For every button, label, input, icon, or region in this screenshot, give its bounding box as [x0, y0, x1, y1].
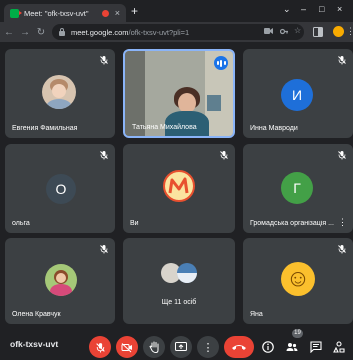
participant-grid: Евгения Фамильная Татьяна Михайлова И Ин…	[0, 42, 353, 324]
participant-name: Ви	[130, 220, 139, 227]
browser-tab-bar: Meet: "ofk-txsv-uvt" × + ⌄ – □ ×	[0, 0, 353, 22]
participant-tile-active-speaker[interactable]: Татьяна Михайлова	[123, 49, 235, 138]
url-path: /ofk-txsv-uvt?pli=1	[128, 27, 190, 37]
participant-name: Громадська організація ...	[250, 220, 334, 227]
activities-icon[interactable]	[333, 341, 345, 353]
participant-count-badge: 19	[292, 329, 303, 338]
letter-m-logo-icon	[168, 177, 189, 194]
avatar	[177, 263, 197, 283]
others-count-label: Ще 11 осіб	[161, 299, 197, 306]
close-window-button[interactable]: ×	[337, 4, 342, 14]
mic-off-icon	[100, 56, 108, 65]
present-icon	[175, 342, 187, 351]
url-host: meet.google.com	[71, 27, 129, 37]
leave-call-button[interactable]	[224, 336, 254, 358]
tab-title: Meet: "ofk-txsv-uvt"	[24, 8, 89, 18]
mic-off-icon	[100, 151, 108, 160]
participant-name: Яна	[250, 311, 263, 318]
chat-icon[interactable]	[310, 341, 322, 353]
avatar: И	[281, 79, 313, 111]
reload-icon[interactable]: ↻	[34, 27, 48, 38]
minimize-button[interactable]: –	[301, 4, 306, 14]
people-icon[interactable]	[286, 341, 298, 353]
participant-name: ольга	[12, 220, 30, 227]
participant-tile[interactable]: Евгения Фамильная	[5, 49, 115, 138]
mic-off-icon	[95, 342, 105, 352]
microphone-toggle-button[interactable]	[89, 336, 111, 358]
more-options-icon[interactable]: ⋮	[338, 217, 347, 228]
avatar	[42, 75, 76, 109]
phone-hangup-icon	[232, 345, 246, 350]
participant-tile[interactable]: И Инна Мавроди	[243, 49, 353, 138]
more-vert-icon: ⋮	[202, 341, 214, 354]
participant-tile[interactable]: Ви	[123, 144, 235, 233]
avatar: Г	[281, 172, 313, 204]
avatar	[163, 170, 195, 202]
back-arrow-icon[interactable]: ←	[2, 27, 16, 38]
camera-toggle-button[interactable]	[116, 336, 138, 358]
participant-tile[interactable]: Олена Кравчук	[5, 238, 115, 324]
tab-search-icon[interactable]: ⌄	[283, 4, 291, 14]
lock-icon	[59, 27, 65, 36]
camera-off-icon	[121, 342, 132, 352]
others-tile[interactable]: Ще 11 осіб	[123, 238, 235, 324]
mic-off-icon	[338, 56, 346, 65]
meeting-code: ofk-txsv-uvt	[10, 339, 59, 349]
tab-close-icon[interactable]: ×	[115, 8, 120, 18]
hand-icon	[148, 341, 158, 353]
mic-off-icon	[220, 151, 228, 160]
address-bar[interactable]: meet.google.com /ofk-txsv-uvt?pli=1 ☆	[52, 24, 304, 40]
participant-name: Евгения Фамильная	[12, 125, 78, 132]
participant-name: Татьяна Михайлова	[132, 124, 197, 131]
key-icon[interactable]	[280, 27, 288, 36]
meet-favicon-icon	[10, 8, 22, 18]
participant-name: Олена Кравчук	[12, 311, 61, 318]
smiley-avatar-icon: ☺	[281, 262, 315, 296]
new-tab-button[interactable]: +	[131, 5, 138, 17]
bookmark-star-icon[interactable]: ☆	[294, 26, 301, 36]
avatar: О	[46, 174, 76, 204]
participant-tile[interactable]: О ольга	[5, 144, 115, 233]
recording-indicator-icon	[101, 9, 109, 17]
camera-in-use-icon[interactable]	[264, 27, 273, 35]
meeting-info-icon[interactable]	[262, 341, 274, 353]
participant-tile[interactable]: ☺ Яна	[243, 238, 353, 324]
raise-hand-button[interactable]	[143, 336, 165, 358]
present-screen-button[interactable]	[170, 336, 192, 358]
mic-off-icon	[338, 245, 346, 254]
avatar	[45, 264, 77, 296]
participant-name: Инна Мавроди	[250, 125, 298, 132]
mic-off-icon	[100, 245, 108, 254]
browser-menu-icon[interactable]: ⋮	[346, 26, 353, 37]
side-panel-icon[interactable]	[313, 27, 323, 37]
browser-toolbar: ← → ↻ meet.google.com /ofk-txsv-uvt?pli=…	[0, 22, 353, 42]
more-options-button[interactable]: ⋮	[197, 336, 219, 358]
maximize-button[interactable]: □	[319, 4, 324, 14]
mic-off-icon	[338, 151, 346, 160]
browser-tab[interactable]: Meet: "ofk-txsv-uvt" ×	[4, 4, 126, 22]
forward-arrow-icon[interactable]: →	[18, 27, 32, 38]
speaking-indicator-icon	[214, 56, 228, 70]
participant-tile[interactable]: Г Громадська організація ... ⋮	[243, 144, 353, 233]
profile-avatar[interactable]	[333, 26, 344, 37]
meeting-controls: ofk-txsv-uvt ⋮ 19	[0, 324, 353, 360]
